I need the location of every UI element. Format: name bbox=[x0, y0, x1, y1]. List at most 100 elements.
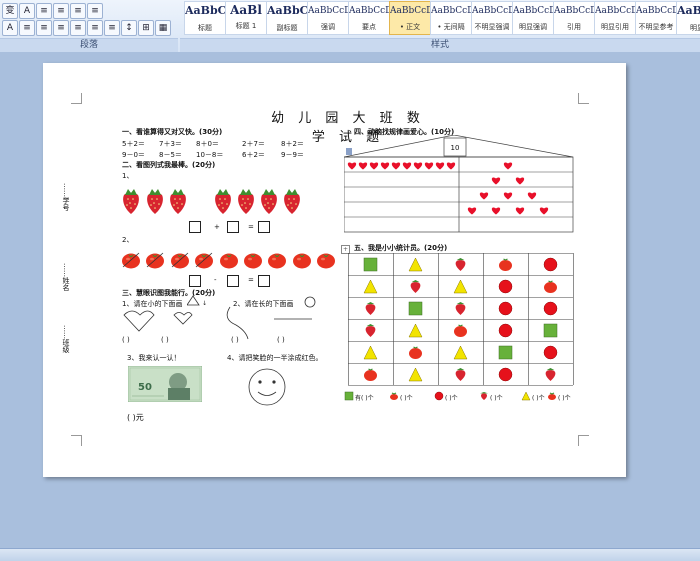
tally-row: 有( )个 ( )个 ( )个 ( )个 ( )个 ( )个 bbox=[344, 391, 571, 402]
strawberry-icon bbox=[282, 187, 301, 214]
answer-box[interactable] bbox=[189, 275, 201, 287]
strawberry-icon bbox=[236, 187, 255, 214]
answer-blank[interactable]: ( ) bbox=[277, 336, 285, 344]
margin-corner bbox=[578, 93, 589, 104]
heart-icon bbox=[446, 162, 456, 170]
style-tile[interactable]: AaBbC 副标题 bbox=[266, 1, 308, 35]
eq: 8＋2＝ bbox=[281, 140, 304, 148]
eq: 9－9＝ bbox=[281, 151, 304, 159]
eq: 9－0＝ bbox=[122, 151, 145, 159]
strawberry-icon bbox=[145, 187, 164, 214]
style-tile[interactable]: AaBbC 明显 bbox=[676, 1, 700, 35]
item-label: 1、 bbox=[122, 172, 134, 180]
strawberry-icon bbox=[213, 187, 232, 214]
style-tile[interactable]: AaBbCcDi 不明显强调 bbox=[471, 1, 513, 35]
crossed-tomato-icon bbox=[145, 251, 165, 269]
style-tile[interactable]: AaBl 标题 1 bbox=[225, 1, 267, 35]
heart-icon bbox=[491, 207, 501, 215]
side-label-student-id: ……学号 bbox=[62, 183, 70, 211]
tally-count: ( )个 bbox=[400, 395, 413, 402]
toolbar-button-4[interactable]: ≡ bbox=[70, 3, 86, 19]
style-name: 标题 1 bbox=[235, 22, 257, 30]
answer-box[interactable] bbox=[227, 275, 239, 287]
answer-box[interactable] bbox=[258, 221, 270, 233]
tomato-icon bbox=[243, 251, 262, 269]
money-answer[interactable]: ( )元 bbox=[127, 412, 144, 423]
style-tile[interactable]: AaBbCcD 要点 bbox=[348, 1, 390, 35]
style-preview: AaBbCcDc bbox=[390, 6, 430, 16]
toolbar-button-0[interactable]: 变 bbox=[2, 3, 18, 19]
answer-blank[interactable]: ( ) bbox=[231, 336, 239, 344]
side-label-name: ……姓名 bbox=[62, 263, 70, 291]
style-preview: AaBbCcDc bbox=[595, 6, 635, 16]
crossed-tomato-icon bbox=[121, 251, 140, 269]
toolbar-button-14[interactable]: ⊞ bbox=[138, 20, 154, 36]
style-tile[interactable]: AaBbCcDc 明显强调 bbox=[512, 1, 554, 35]
triangle-icon bbox=[408, 257, 423, 272]
style-name: • 正文 bbox=[399, 23, 421, 31]
tally-count: 有( )个 bbox=[355, 394, 374, 402]
tomato-icon bbox=[292, 251, 311, 269]
margin-corner bbox=[71, 435, 82, 446]
toolbar-button-2[interactable]: ≡ bbox=[36, 3, 52, 19]
style-tile[interactable]: AaBbCcDc 不明显参考 bbox=[635, 1, 677, 35]
toolbar-button-8[interactable]: ≡ bbox=[36, 20, 52, 36]
style-preview: AaBbC bbox=[267, 4, 308, 17]
toolbar-button-9[interactable]: ≡ bbox=[53, 20, 69, 36]
style-preview: AaBbC bbox=[185, 4, 226, 17]
tally-count: ( )个 bbox=[532, 395, 545, 402]
heart-icon bbox=[424, 162, 434, 170]
style-tile[interactable]: AaBbCcDc • 无间隔 bbox=[430, 1, 472, 35]
toolbar-button-7[interactable]: ≡ bbox=[19, 20, 35, 36]
style-name: 引用 bbox=[567, 23, 581, 31]
toolbar-button-3[interactable]: ≡ bbox=[53, 3, 69, 19]
square-icon bbox=[498, 345, 513, 360]
heart-icon bbox=[435, 162, 445, 170]
style-tile[interactable]: AaBbCcDc 引用 bbox=[553, 1, 595, 35]
styles-group-label: 样式 bbox=[180, 38, 700, 52]
circle-icon bbox=[498, 367, 513, 382]
section-5-heading: 五、我是小小统计员。(20分) bbox=[354, 244, 448, 252]
toolbar-button-5[interactable]: ≡ bbox=[87, 3, 103, 19]
answer-blank[interactable]: ( ) bbox=[161, 336, 169, 344]
toolbar-button-10[interactable]: ≡ bbox=[70, 20, 86, 36]
triangle-icon bbox=[363, 279, 378, 294]
circle-icon bbox=[543, 257, 558, 272]
style-tile[interactable]: AaBbCcDi 强调 bbox=[307, 1, 349, 35]
strawberry-icon bbox=[455, 368, 466, 381]
heart-icon bbox=[347, 162, 357, 170]
big-heart-icon bbox=[123, 310, 155, 332]
circle-icon bbox=[543, 345, 558, 360]
toolbar-button-12[interactable]: ≡ bbox=[104, 20, 120, 36]
strawberry-icon bbox=[365, 324, 376, 337]
heart-icon bbox=[391, 162, 401, 170]
style-tile[interactable]: AaBbCcDc 明显引用 bbox=[594, 1, 636, 35]
smiley-face[interactable] bbox=[247, 367, 287, 407]
eq: 7＋3＝ bbox=[159, 140, 182, 148]
style-tile[interactable]: AaBbC 标题 bbox=[184, 1, 226, 35]
style-tile[interactable]: AaBbCcDc • 正文 bbox=[389, 1, 431, 35]
paragraph-group-label: 段落 bbox=[0, 38, 178, 52]
strawberry-icon bbox=[259, 187, 278, 214]
toolbar-button-15[interactable]: ▦ bbox=[155, 20, 171, 36]
document-page[interactable]: 幼 儿 园 大 班 数 学 试 题 ……学号 ……姓名 ……班级 一、看谁算得又… bbox=[43, 63, 626, 477]
triangle-icon bbox=[408, 323, 423, 338]
strawberry-icon bbox=[168, 187, 187, 214]
answer-box[interactable] bbox=[189, 221, 201, 233]
tomato-icon bbox=[267, 251, 287, 269]
roof-number: 10 bbox=[451, 144, 460, 152]
equals-sign: = bbox=[248, 223, 254, 231]
ribbon: 变 A ≡ ≡ ≡ ≡ A ≡ ≡ ≡ ≡ ≡ ≡ ↕ ⊞ ▦ AaBbC 标题 AaBl 标题 1 AaBbC 副标题… bbox=[0, 0, 700, 53]
tomato-icon bbox=[454, 324, 467, 337]
toolbar-button-1[interactable]: A bbox=[19, 3, 35, 19]
answer-blank[interactable]: ( ) bbox=[122, 336, 130, 344]
question-identify: 3、我来认一认！ bbox=[127, 354, 181, 362]
style-name: 要点 bbox=[362, 23, 376, 31]
toolbar-button-6[interactable]: A bbox=[2, 20, 18, 36]
toolbar-button-13[interactable]: ↕ bbox=[121, 20, 137, 36]
style-preview: AaBbCcDi bbox=[472, 6, 512, 16]
answer-box[interactable] bbox=[227, 221, 239, 233]
answer-box[interactable] bbox=[258, 275, 270, 287]
toolbar-button-11[interactable]: ≡ bbox=[87, 20, 103, 36]
heart-icon bbox=[539, 207, 549, 215]
